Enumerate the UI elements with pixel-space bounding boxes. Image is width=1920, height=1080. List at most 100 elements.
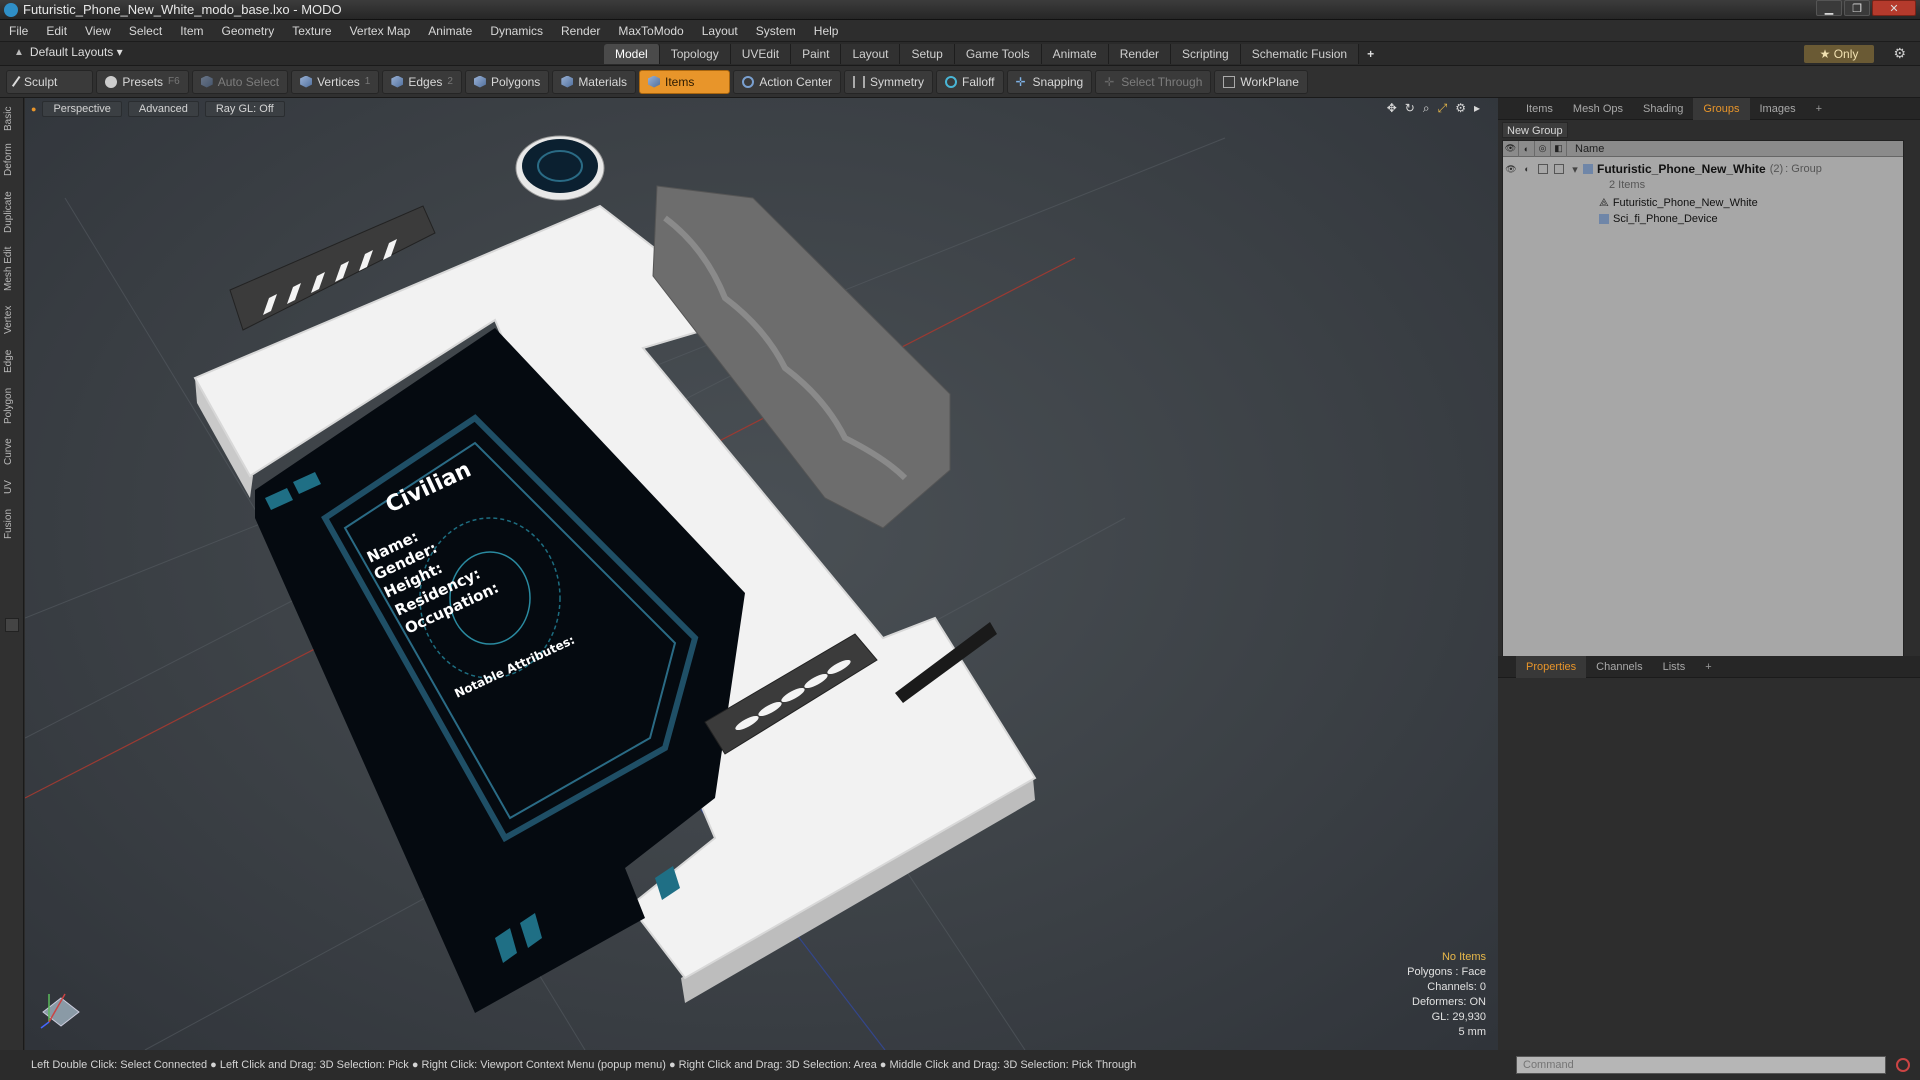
items-button[interactable]: Items [639, 69, 731, 94]
viewport-arrow-icon[interactable]: ▸ [1474, 101, 1480, 116]
tab-render[interactable]: Render [1108, 44, 1172, 64]
tab-schematic-fusion[interactable]: Schematic Fusion [1240, 44, 1360, 64]
symmetry-icon [853, 75, 866, 88]
menu-maxtomodo[interactable]: MaxToModo [609, 24, 692, 38]
move-view-icon[interactable]: ✥ [1387, 101, 1397, 116]
tab-fusion[interactable]: Fusion [3, 506, 21, 542]
tab-paint[interactable]: Paint [791, 44, 842, 64]
polygons-button[interactable]: Polygons [464, 69, 550, 94]
mesh-icon: ⟁ [1599, 196, 1609, 209]
group-child-row[interactable]: ⟁ Futuristic_Phone_New_White [1503, 195, 1903, 211]
gear-icon[interactable]: ⚙ [1893, 45, 1906, 62]
menu-vertex-map[interactable]: Vertex Map [341, 24, 420, 38]
tab-groups[interactable]: Groups [1693, 97, 1750, 120]
layout-up-icon: ▲ [14, 46, 24, 58]
restore-button[interactable]: ❐ [1844, 0, 1870, 16]
vertices-button[interactable]: Vertices 1 [291, 69, 380, 94]
tab-mesh-edit[interactable]: Mesh Edit [3, 244, 21, 294]
lock-toggle-icon[interactable]: ◐ [1519, 161, 1535, 177]
viewport-expand-icon[interactable]: ● [31, 104, 36, 114]
advanced-button[interactable]: Advanced [127, 101, 199, 117]
tab-images[interactable]: Images [1750, 98, 1806, 120]
tab-uv[interactable]: UV [3, 476, 21, 498]
add-properties-tab-button[interactable]: + [1695, 656, 1721, 678]
tab-basic[interactable]: Basic [3, 104, 21, 134]
group-child-row[interactable]: Sci_fi_Phone_Device [1503, 211, 1903, 227]
tab-setup[interactable]: Setup [900, 44, 955, 64]
tab-edge[interactable]: Edge [3, 346, 21, 376]
add-tab-button[interactable]: + [1359, 44, 1382, 64]
tab-polygon[interactable]: Polygon [3, 384, 21, 428]
tab-game-tools[interactable]: Game Tools [954, 44, 1042, 64]
only-button[interactable]: ★ Only [1804, 45, 1874, 63]
action-center-button[interactable]: Action Center [733, 69, 842, 94]
presets-button[interactable]: Presets F6 [96, 69, 189, 94]
tab-uvedit[interactable]: UVEdit [730, 44, 792, 64]
menu-item[interactable]: Item [171, 24, 212, 38]
raygl-button[interactable]: Ray GL: Off [204, 101, 285, 117]
visibility-toggle-icon[interactable]: 👁 [1503, 161, 1519, 177]
add-panel-tab-button[interactable]: + [1806, 98, 1832, 120]
rotate-view-icon[interactable]: ↻ [1405, 101, 1415, 116]
tab-mesh-ops[interactable]: Mesh Ops [1563, 98, 1633, 120]
info-no-items: No Items [1441, 951, 1486, 963]
tab-layout[interactable]: Layout [841, 44, 901, 64]
tab-animate[interactable]: Animate [1041, 44, 1109, 64]
perspective-button[interactable]: Perspective [42, 101, 122, 117]
select-toggle[interactable] [1535, 161, 1551, 177]
tab-shading[interactable]: Shading [1633, 98, 1693, 120]
tab-vertex[interactable]: Vertex [3, 302, 21, 338]
falloff-label: Falloff [962, 74, 995, 89]
group-folder-icon [1599, 214, 1609, 224]
symmetry-button[interactable]: Symmetry [844, 69, 934, 94]
tab-channels[interactable]: Channels [1586, 656, 1652, 678]
menu-file[interactable]: File [0, 24, 37, 38]
fit-view-icon[interactable]: ⤢ [1438, 101, 1448, 116]
workplane-label: WorkPlane [1240, 74, 1299, 89]
new-group-button[interactable]: New Group [1502, 122, 1568, 138]
tab-items[interactable]: Items [1516, 98, 1563, 120]
tab-topology[interactable]: Topology [659, 44, 731, 64]
menu-select[interactable]: Select [120, 24, 171, 38]
menu-layout[interactable]: Layout [693, 24, 747, 38]
snapping-button[interactable]: ✛ Snapping [1006, 69, 1093, 94]
3d-viewport[interactable]: Civilian Name: Gender: Height: Residency… [25, 98, 1498, 1050]
group-child-name: Sci_fi_Phone_Device [1613, 213, 1718, 225]
tab-duplicate[interactable]: Duplicate [3, 188, 21, 236]
group-row[interactable]: 👁 ◐ ▾ Futuristic_Phone_New_White (2) : G… [1503, 161, 1903, 177]
layout-selector[interactable]: ▲ Default Layouts ▾ [14, 45, 123, 59]
tab-model[interactable]: Model [604, 44, 660, 64]
action-center-label: Action Center [759, 74, 833, 89]
close-button[interactable]: ✕ [1872, 0, 1916, 16]
command-input[interactable] [1516, 1056, 1886, 1074]
falloff-button[interactable]: Falloff [936, 69, 1004, 94]
collapse-arrow-icon[interactable]: ▾ [1567, 163, 1583, 176]
menu-render[interactable]: Render [552, 24, 609, 38]
zoom-view-icon[interactable]: ⌕ [1423, 101, 1430, 116]
menu-edit[interactable]: Edit [37, 24, 76, 38]
sculpt-button[interactable]: Sculpt [6, 69, 94, 94]
render-toggle[interactable] [1551, 161, 1567, 177]
menu-dynamics[interactable]: Dynamics [481, 24, 552, 38]
tab-lists[interactable]: Lists [1653, 656, 1696, 678]
auto-select-button[interactable]: Auto Select [191, 69, 289, 94]
menu-view[interactable]: View [76, 24, 120, 38]
tab-scripting[interactable]: Scripting [1171, 44, 1241, 64]
command-clear-icon[interactable] [1896, 1058, 1910, 1072]
viewport-settings-icon[interactable]: ⚙ [1455, 101, 1466, 116]
workplane-button[interactable]: WorkPlane [1214, 69, 1308, 94]
menu-system[interactable]: System [747, 24, 805, 38]
menu-animate[interactable]: Animate [419, 24, 481, 38]
minimize-button[interactable]: ▁ [1816, 0, 1842, 16]
menu-texture[interactable]: Texture [283, 24, 340, 38]
menu-help[interactable]: Help [805, 24, 848, 38]
select-through-button[interactable]: ✛ Select Through [1095, 69, 1212, 94]
materials-button[interactable]: Materials [552, 69, 636, 94]
visibility-column-icon: 👁 [1503, 140, 1519, 157]
strip-toggle-icon[interactable] [5, 618, 19, 632]
menu-geometry[interactable]: Geometry [213, 24, 284, 38]
tab-properties[interactable]: Properties [1516, 655, 1587, 678]
edges-button[interactable]: Edges 2 [382, 69, 462, 94]
tab-deform[interactable]: Deform [3, 140, 21, 180]
tab-curve[interactable]: Curve [3, 436, 21, 468]
